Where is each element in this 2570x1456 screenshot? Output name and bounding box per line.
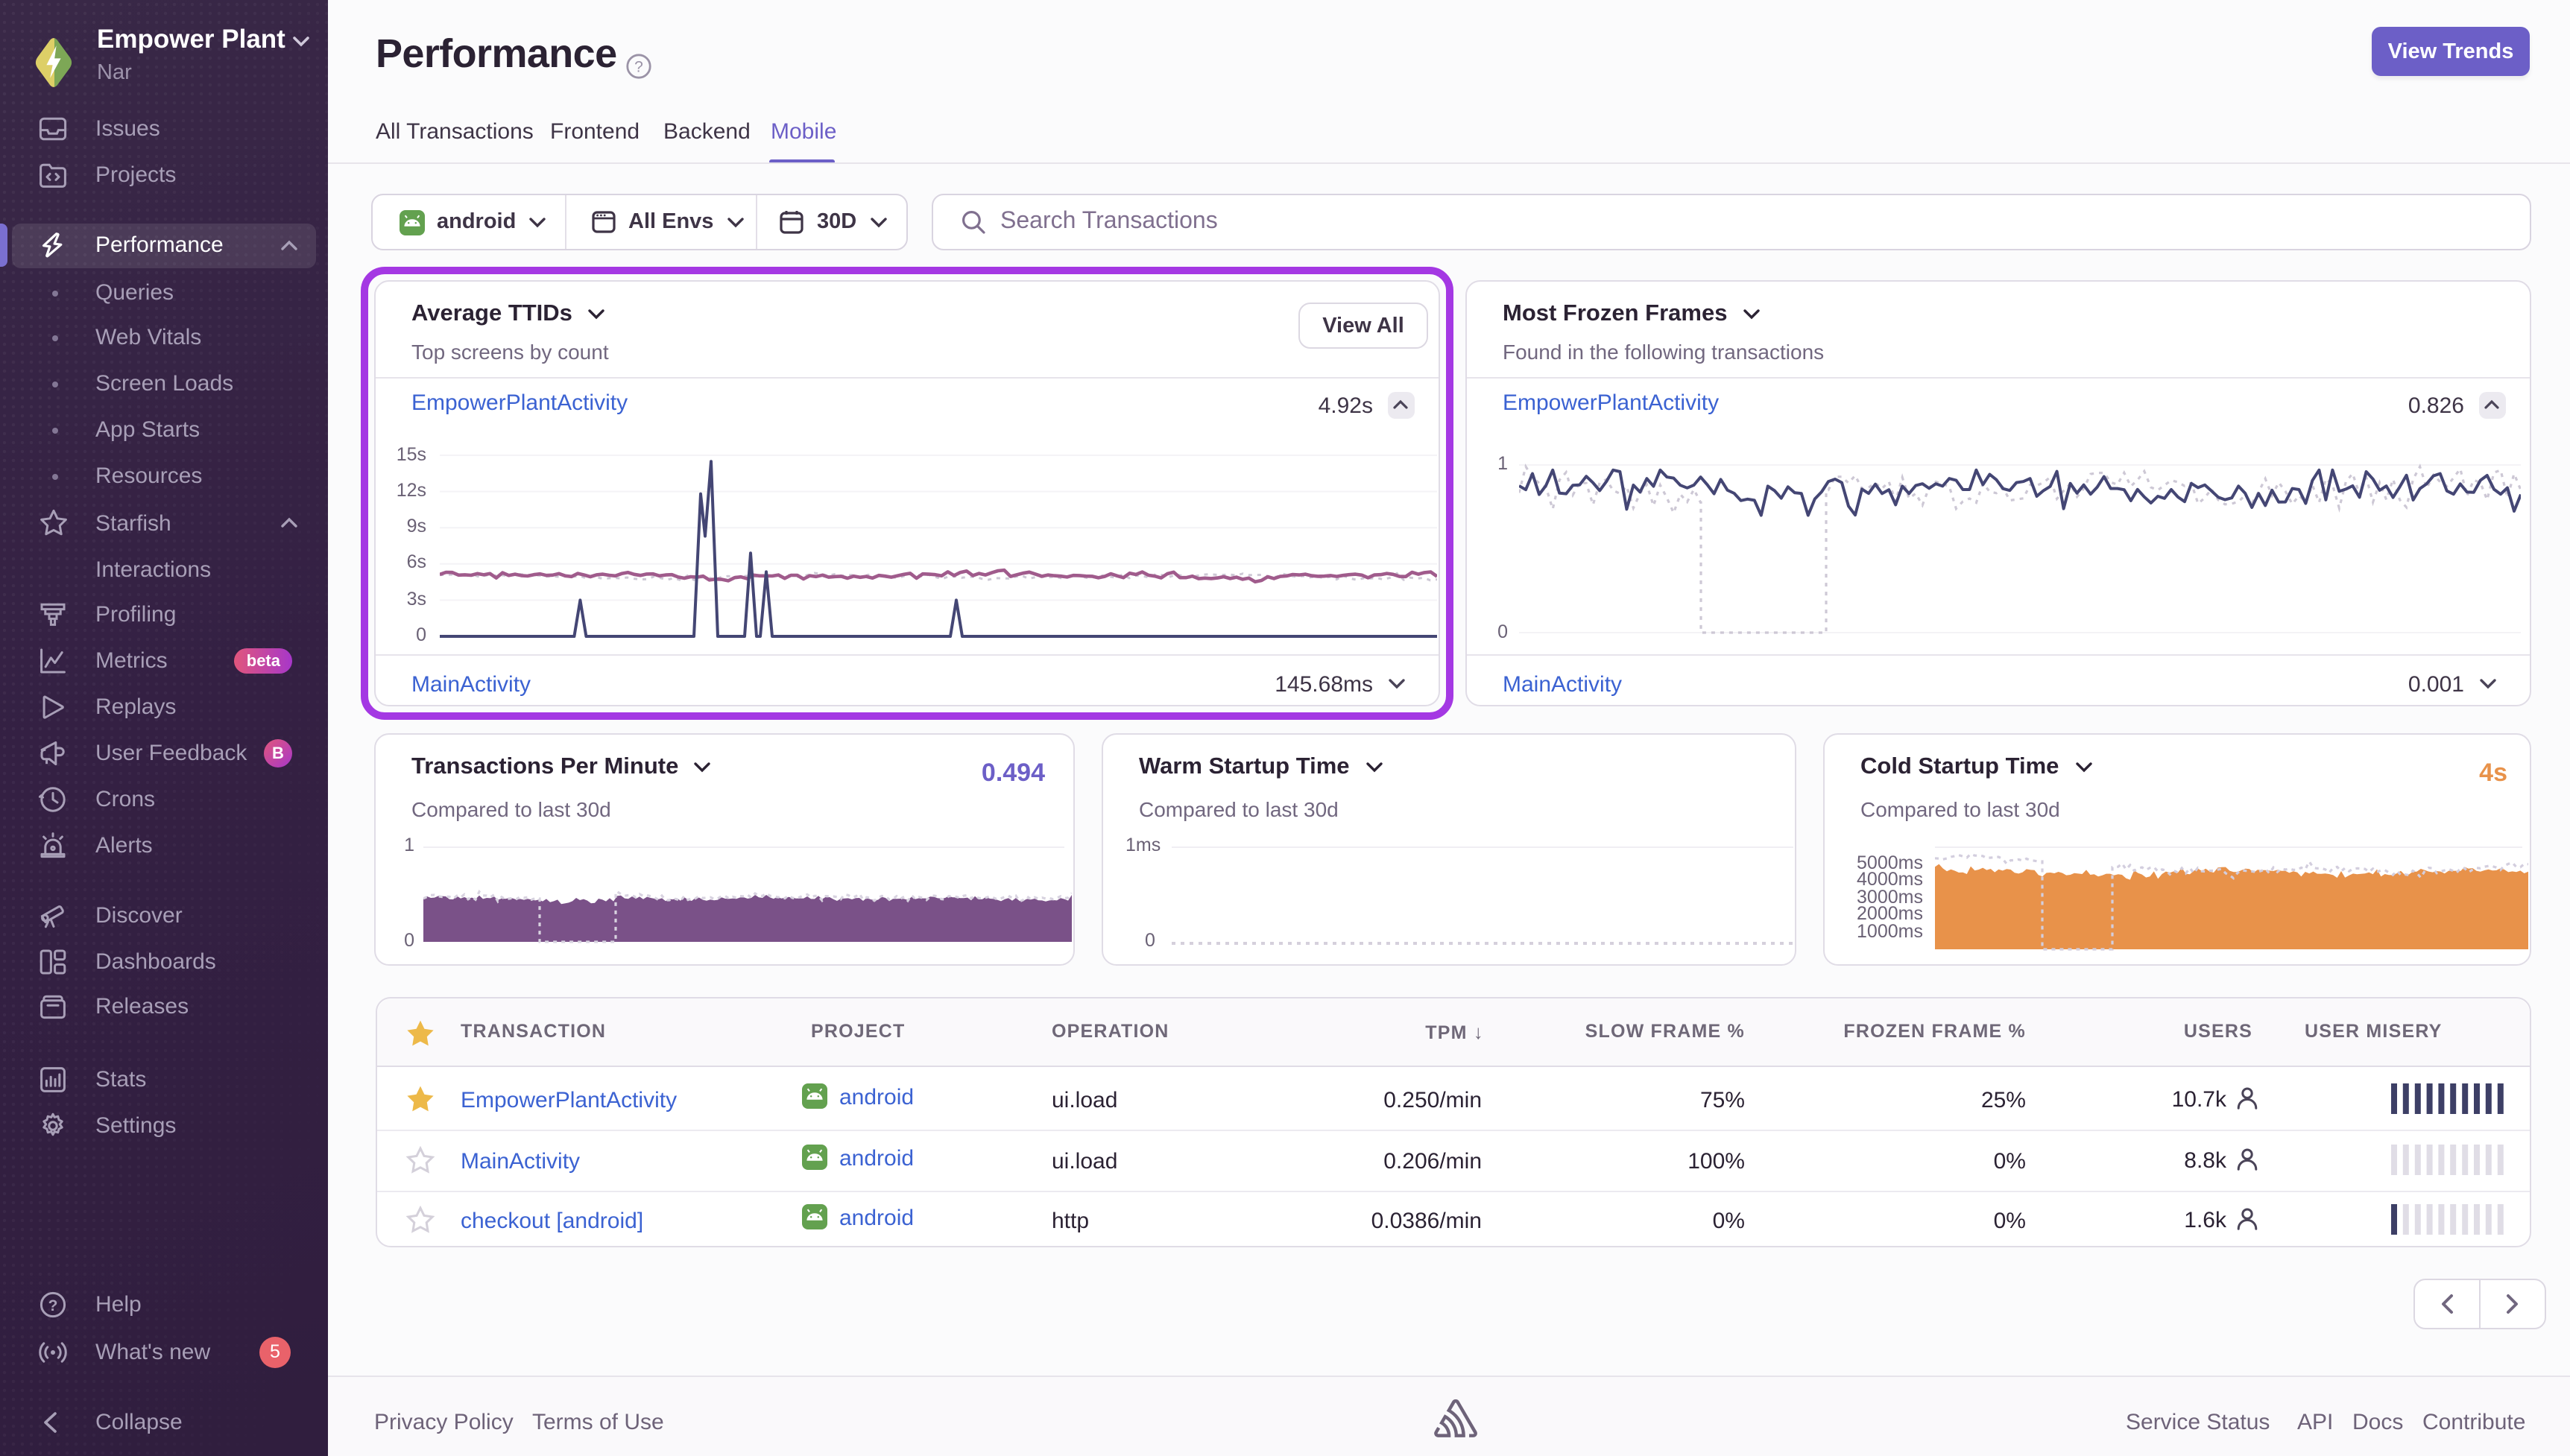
svg-text:?: ? <box>48 1297 58 1314</box>
svg-text:?: ? <box>634 58 643 75</box>
